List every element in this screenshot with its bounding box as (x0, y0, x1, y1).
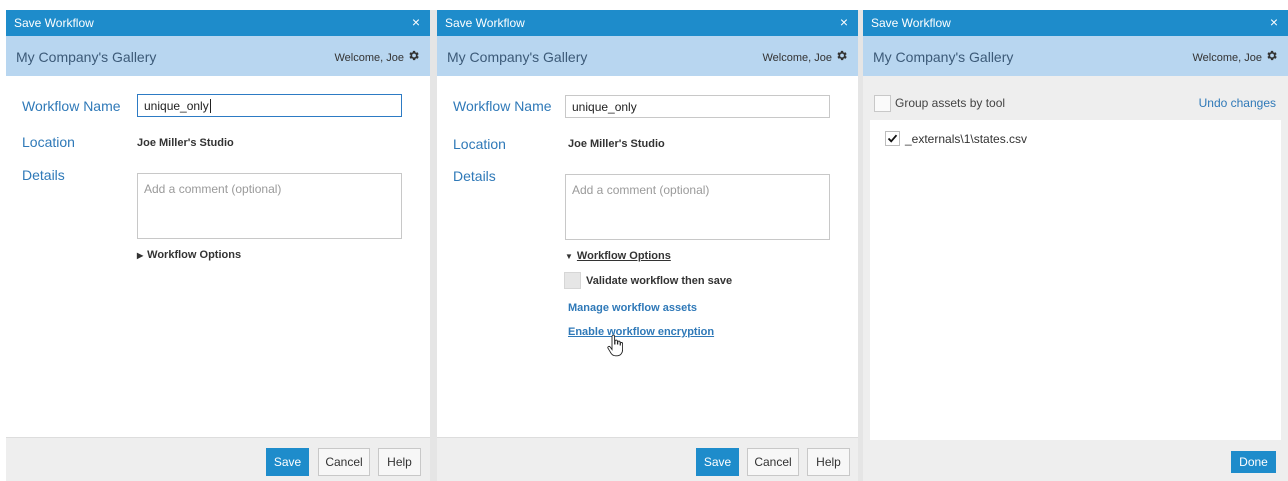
gallery-name: My Company's Gallery (447, 49, 588, 65)
details-textarea[interactable]: Add a comment (optional) (137, 173, 402, 239)
save-workflow-dialog-expanded: Save Workflow × My Company's Gallery Wel… (437, 10, 858, 481)
workflow-name-input[interactable]: unique_only (137, 94, 402, 117)
workflow-name-input[interactable]: unique_only (565, 95, 830, 118)
enable-encryption-link[interactable]: Enable workflow encryption (568, 326, 714, 338)
details-placeholder: Add a comment (optional) (144, 182, 282, 196)
help-button[interactable]: Help (807, 448, 850, 476)
hand-pointer-icon (607, 335, 623, 357)
workflow-options-toggle[interactable]: ▼ Workflow Options (565, 250, 671, 262)
workflow-name-value: unique_only (144, 99, 209, 113)
manage-assets-link[interactable]: Manage workflow assets (568, 302, 697, 314)
dialog-title: Save Workflow (14, 16, 94, 30)
dialog-titlebar: Save Workflow × (437, 10, 858, 36)
workflow-name-value: unique_only (572, 100, 637, 114)
panel-divider (430, 10, 437, 481)
save-workflow-dialog-collapsed: Save Workflow × My Company's Gallery Wel… (6, 10, 430, 481)
cancel-button[interactable]: Cancel (318, 448, 370, 476)
save-button[interactable]: Save (696, 448, 739, 476)
location-label: Location (22, 134, 75, 150)
assets-list: _externals\1\states.csv (870, 120, 1281, 440)
location-label: Location (453, 136, 506, 152)
close-icon[interactable]: × (1270, 14, 1278, 30)
gallery-header: My Company's Gallery Welcome, Joe (6, 36, 430, 76)
cancel-button[interactable]: Cancel (747, 448, 799, 476)
checkmark-icon (887, 134, 898, 143)
gear-icon[interactable] (407, 49, 420, 62)
gallery-header: My Company's Gallery Welcome, Joe (863, 36, 1288, 76)
asset-item-label: _externals\1\states.csv (905, 132, 1028, 146)
asset-checkbox[interactable] (885, 131, 900, 146)
welcome-text: Welcome, Joe (762, 52, 833, 64)
welcome-text: Welcome, Joe (334, 52, 405, 64)
location-value: Joe Miller's Studio (137, 137, 234, 149)
workflow-options-label: Workflow Options (147, 249, 242, 261)
dialog-titlebar: Save Workflow × (863, 10, 1288, 36)
dialog-title: Save Workflow (445, 16, 525, 30)
done-button[interactable]: Done (1231, 451, 1276, 473)
workflow-name-label: Workflow Name (22, 98, 121, 114)
details-label: Details (453, 168, 496, 184)
undo-changes-link[interactable]: Undo changes (1199, 96, 1276, 110)
expand-arrow-icon: ▶ (137, 251, 144, 260)
help-button[interactable]: Help (378, 448, 421, 476)
gear-icon[interactable] (1265, 49, 1278, 62)
group-assets-label: Group assets by tool (895, 96, 1006, 110)
dialog-footer: Save Cancel Help (437, 437, 858, 481)
workflow-name-label: Workflow Name (453, 98, 552, 114)
workflow-assets-dialog: Save Workflow × My Company's Gallery Wel… (863, 10, 1288, 481)
welcome-text: Welcome, Joe (1192, 52, 1263, 64)
close-icon[interactable]: × (840, 14, 848, 30)
workflow-options-label: Workflow Options (576, 250, 671, 262)
validate-label: Validate workflow then save (586, 275, 733, 287)
dialog-title: Save Workflow (871, 16, 951, 30)
close-icon[interactable]: × (412, 14, 420, 30)
details-label: Details (22, 167, 65, 183)
location-value: Joe Miller's Studio (568, 138, 665, 150)
details-placeholder: Add a comment (optional) (572, 183, 710, 197)
details-textarea[interactable]: Add a comment (optional) (565, 174, 830, 240)
save-button[interactable]: Save (266, 448, 309, 476)
gallery-name: My Company's Gallery (16, 49, 157, 65)
group-assets-checkbox[interactable] (874, 95, 891, 112)
dialog-titlebar: Save Workflow × (6, 10, 430, 36)
text-caret (209, 99, 211, 113)
workflow-options-toggle[interactable]: ▶ Workflow Options (137, 249, 241, 261)
gear-icon[interactable] (835, 49, 848, 62)
collapse-arrow-icon: ▼ (565, 252, 573, 261)
validate-checkbox[interactable] (564, 272, 581, 289)
gallery-name: My Company's Gallery (873, 49, 1014, 65)
dialog-footer: Save Cancel Help (6, 437, 430, 481)
gallery-header: My Company's Gallery Welcome, Joe (437, 36, 858, 76)
